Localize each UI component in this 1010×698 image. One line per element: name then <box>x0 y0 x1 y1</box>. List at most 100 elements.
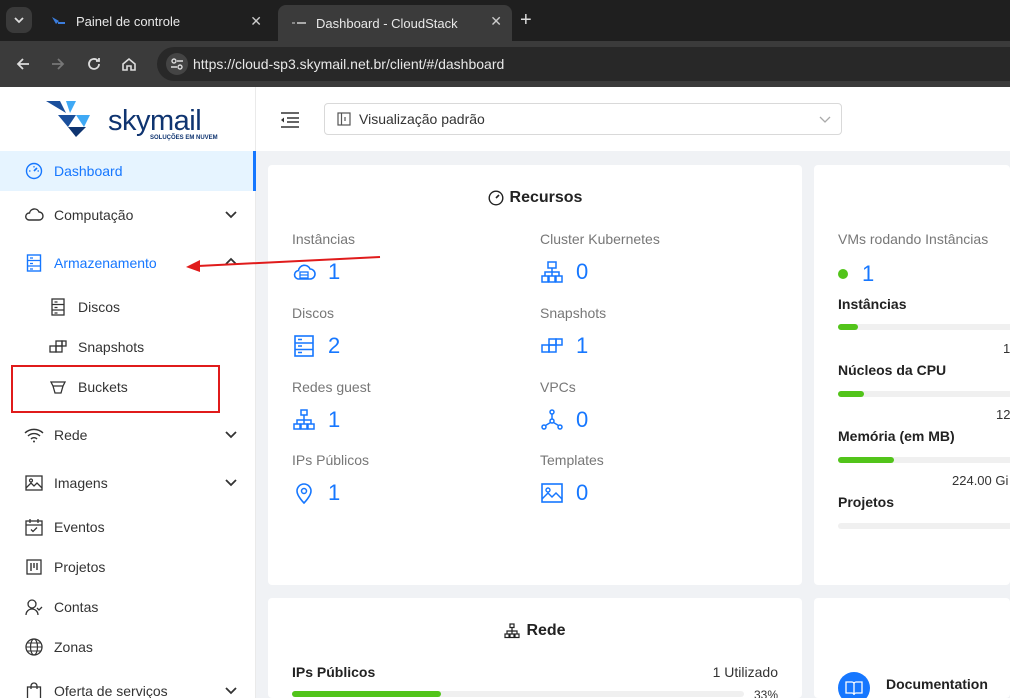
cloud-icon <box>24 205 44 225</box>
annotation-highlight-box <box>11 365 220 413</box>
sidebar-item-label: Projetos <box>54 559 106 575</box>
skymail-logo-icon <box>46 101 90 137</box>
resource-label-templates: Templates <box>540 452 604 468</box>
network-icon <box>293 409 315 430</box>
shopping-icon <box>24 681 44 698</box>
sidebar-item-snapshots[interactable]: Snapshots <box>0 327 256 367</box>
sidebar-item-label: Discos <box>78 299 121 315</box>
dashboard-icon <box>24 161 44 181</box>
docs-label[interactable]: Documentation <box>886 676 988 692</box>
sidebar-item-label: Computação <box>54 207 134 223</box>
snapshot-icon <box>48 337 68 357</box>
stat-bar-projetos <box>838 523 1010 529</box>
back-button[interactable] <box>12 53 34 75</box>
layout-icon <box>337 112 351 126</box>
skymail-logo[interactable]: skymail SOLUÇÕES EM NUVEM <box>46 99 218 143</box>
chevron-down-icon <box>225 431 237 439</box>
sidebar-item-label: Zonas <box>54 639 93 655</box>
resources-card: Recursos Instâncias 1 Discos 2 Redes gue… <box>268 165 802 585</box>
cloudstack-favicon-icon <box>52 14 66 28</box>
sidebar-item-eventos[interactable]: Eventos <box>0 507 256 547</box>
sidebar-item-zonas[interactable]: Zonas <box>0 627 256 667</box>
snapshot-icon <box>541 338 563 353</box>
database-icon <box>24 253 44 273</box>
view-select[interactable]: Visualização padrão <box>324 103 842 135</box>
reload-button[interactable] <box>83 53 105 75</box>
menu-fold-icon[interactable] <box>280 111 300 129</box>
wifi-icon <box>24 425 44 445</box>
browser-tab-bar: Painel de controle ✕ Dashboard - CloudSt… <box>0 0 1010 41</box>
cloudstack-favicon-icon <box>292 16 306 30</box>
sidebar-item-computacao[interactable]: Computação <box>0 195 256 235</box>
sidebar-item-label: Contas <box>54 599 99 615</box>
resource-label-snapshots: Snapshots <box>540 305 607 321</box>
browser-tab-painel[interactable]: Painel de controle ✕ <box>38 5 272 37</box>
cluster-icon <box>541 261 563 283</box>
sidebar-item-dashboard[interactable]: Dashboard <box>0 151 256 191</box>
sidebar-item-contas[interactable]: Contas <box>0 587 256 627</box>
close-tab-icon[interactable]: ✕ <box>250 13 262 30</box>
stat-bar-memoria <box>838 457 1010 463</box>
sidebar-item-label: Rede <box>54 427 88 443</box>
book-icon <box>845 681 863 696</box>
sidebar-item-discos[interactable]: Discos <box>0 287 256 327</box>
resource-value-redes[interactable]: 1 <box>292 407 340 433</box>
project-icon <box>24 557 44 577</box>
site-settings-icon[interactable] <box>166 53 188 75</box>
resource-value-ips[interactable]: 1 <box>292 480 340 506</box>
browser-tab-dashboard[interactable]: Dashboard - CloudStack ✕ <box>278 5 512 41</box>
resource-value-vpcs[interactable]: 0 <box>540 407 588 433</box>
address-bar[interactable]: https://cloud-sp3.skymail.net.br/client/… <box>157 47 1010 81</box>
app-header: Visualização padrão <box>256 87 1010 151</box>
sidebar-item-label: Snapshots <box>78 339 145 355</box>
resource-label-ips: IPs Públicos <box>292 452 370 468</box>
resource-value-discos[interactable]: 2 <box>292 333 340 359</box>
sidebar-item-label: Oferta de serviços <box>54 683 168 698</box>
chevron-down-icon <box>225 479 237 487</box>
image-icon <box>541 483 563 503</box>
usage-card: VMs rodando Instâncias 1 Instâncias 1 Nú… <box>814 165 1010 585</box>
sidebar-item-label: Eventos <box>54 519 105 535</box>
tab-search-button[interactable] <box>6 7 32 33</box>
resource-label-discos: Discos <box>292 305 335 321</box>
stat-label-memoria: Memória (em MB) <box>838 428 955 444</box>
arrow-left-icon <box>16 58 29 70</box>
stat-value-instancias: 1 <box>1003 341 1010 356</box>
stat-label-cpu: Núcleos da CPU <box>838 362 947 378</box>
globe-icon <box>24 637 44 657</box>
stat-bar-instancias <box>838 324 1010 330</box>
chevron-down-icon <box>225 687 237 695</box>
home-button[interactable] <box>118 53 140 75</box>
resources-card-title: Recursos <box>268 189 802 207</box>
browser-toolbar: https://cloud-sp3.skymail.net.br/client/… <box>0 41 1010 87</box>
network-ips-used: 1 Utilizado <box>712 664 778 680</box>
sidebar-item-rede[interactable]: Rede <box>0 415 256 455</box>
resource-value-kubernetes[interactable]: 0 <box>540 259 588 285</box>
resource-value-snapshots[interactable]: 1 <box>540 333 588 359</box>
location-icon <box>296 483 312 505</box>
sidebar-item-label: Armazenamento <box>54 255 157 271</box>
running-vms-value: 1 <box>838 261 874 287</box>
network-card: Rede IPs Públicos 1 Utilizado 33% <box>268 598 802 698</box>
network-icon <box>504 623 521 639</box>
sidebar-item-projetos[interactable]: Projetos <box>0 547 256 587</box>
image-icon <box>24 473 44 493</box>
docs-icon-circle[interactable] <box>838 672 870 698</box>
close-tab-icon[interactable]: ✕ <box>490 13 502 30</box>
logo-wordmark: skymail <box>108 105 202 137</box>
forward-button[interactable] <box>47 53 69 75</box>
docs-card: Documentation <box>814 598 1010 698</box>
chevron-down-icon <box>225 211 237 219</box>
stat-bar-cpu <box>838 391 1010 397</box>
sidebar-item-oferta[interactable]: Oferta de serviços <box>0 671 256 698</box>
tab-title: Dashboard - CloudStack <box>316 15 458 31</box>
resource-value-templates[interactable]: 0 <box>540 480 588 506</box>
sidebar-item-label: Dashboard <box>54 163 123 179</box>
reload-icon <box>88 58 100 70</box>
calendar-icon <box>24 517 44 537</box>
new-tab-button[interactable]: + <box>520 9 532 31</box>
network-ips-percent: 33% <box>753 688 778 698</box>
stat-label-projetos: Projetos <box>838 494 895 510</box>
sidebar-item-imagens[interactable]: Imagens <box>0 463 256 503</box>
resource-label-vpcs: VPCs <box>540 379 576 395</box>
